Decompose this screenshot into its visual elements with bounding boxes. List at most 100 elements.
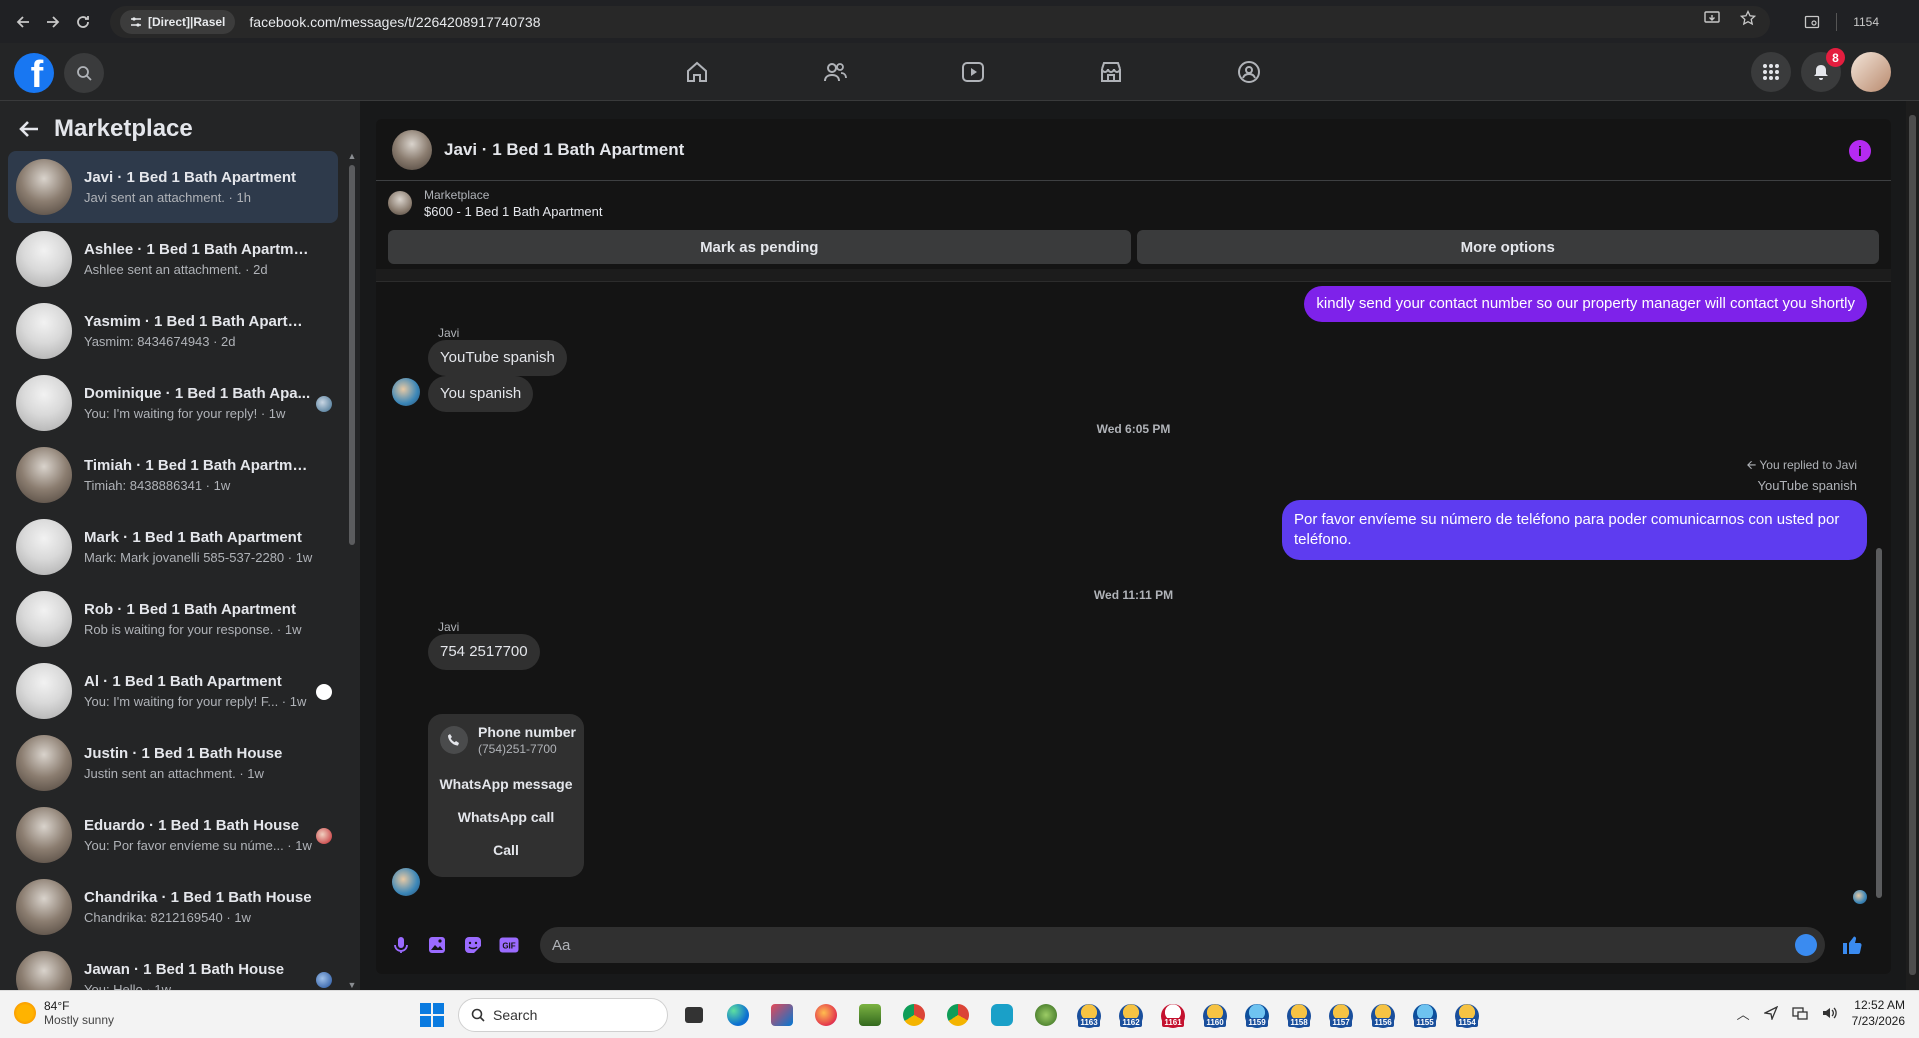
phone-card-number: (754)251-7700 bbox=[478, 742, 557, 756]
back-arrow-icon[interactable] bbox=[18, 118, 40, 140]
incoming-message[interactable]: 754 2517700 bbox=[428, 634, 540, 670]
chat-avatar[interactable] bbox=[392, 129, 432, 170]
whatsapp-message-button[interactable]: WhatsApp message bbox=[428, 768, 584, 801]
window-1162[interactable]: 1162 bbox=[1114, 998, 1148, 1032]
whatsapp-call-button[interactable]: WhatsApp call bbox=[428, 801, 584, 834]
task-view-icon[interactable] bbox=[676, 997, 712, 1033]
conversation-item[interactable]: Jawan · 1 Bed 1 Bath House You: Hello · 1… bbox=[8, 943, 338, 990]
microphone-icon[interactable] bbox=[390, 934, 412, 956]
sticker-icon[interactable] bbox=[462, 934, 484, 956]
window-1161[interactable]: 1161 bbox=[1156, 998, 1190, 1032]
conversation-avatar bbox=[16, 807, 72, 863]
conversation-item[interactable]: Dominique · 1 Bed 1 Bath Apa... You: I'm … bbox=[8, 367, 338, 439]
conversation-preview: Mark: Mark jovanelli 585-537-2280 · 1w bbox=[84, 550, 313, 565]
nav-gaming[interactable] bbox=[1180, 43, 1318, 101]
app-s-icon[interactable] bbox=[984, 997, 1020, 1033]
outgoing-message[interactable]: kindly send your contact number so our p… bbox=[1304, 286, 1867, 322]
window-number: 1163 bbox=[1078, 1017, 1100, 1027]
start-button[interactable] bbox=[414, 997, 450, 1033]
conversation-avatar bbox=[16, 591, 72, 647]
emoji-icon[interactable] bbox=[1795, 934, 1817, 956]
conversation-item[interactable]: Rob · 1 Bed 1 Bath Apartment Rob is waiti… bbox=[8, 583, 338, 655]
contact-avatar[interactable] bbox=[392, 868, 420, 896]
sidebar-scrollbar[interactable]: ▲ ▼ bbox=[347, 151, 357, 990]
back-button[interactable] bbox=[10, 9, 36, 35]
profile-avatar[interactable] bbox=[1851, 52, 1891, 92]
conversation-item[interactable]: Chandrika · 1 Bed 1 Bath House Chandrika:… bbox=[8, 871, 338, 943]
image-icon[interactable] bbox=[426, 934, 448, 956]
outgoing-message[interactable]: Por favor envíeme su número de teléfono … bbox=[1282, 500, 1867, 560]
conversation-preview: Timiah: 8438886341 · 1w bbox=[84, 478, 231, 493]
chrome-icon[interactable] bbox=[896, 997, 932, 1033]
site-info-chip[interactable]: [Direct]|Rasel bbox=[120, 9, 236, 34]
chat-title[interactable]: Javi · 1 Bed 1 Bath Apartment bbox=[444, 140, 684, 160]
window-1158[interactable]: 1158 bbox=[1282, 998, 1316, 1032]
profile-counter[interactable]: 1154 bbox=[1853, 15, 1879, 29]
search-icon bbox=[471, 1008, 485, 1022]
network-icon[interactable] bbox=[1791, 1006, 1808, 1020]
conversation-item[interactable]: Eduardo · 1 Bed 1 Bath House You: Por fav… bbox=[8, 799, 338, 871]
quoted-message[interactable]: YouTube spanish bbox=[1757, 478, 1857, 493]
app-x-icon[interactable] bbox=[1028, 997, 1064, 1033]
search-button[interactable] bbox=[64, 53, 104, 93]
location-icon[interactable] bbox=[1763, 1006, 1778, 1020]
facebook-logo-icon[interactable]: f bbox=[14, 53, 54, 93]
home-icon bbox=[687, 61, 707, 82]
reload-button[interactable] bbox=[70, 9, 96, 35]
phone-icon bbox=[440, 726, 468, 754]
url-text[interactable]: facebook.com/messages/t/2264208917740738 bbox=[249, 14, 540, 30]
page-scrollbar[interactable] bbox=[1906, 101, 1919, 990]
conversation-item[interactable]: Timiah · 1 Bed 1 Bath Apartment Timiah: 8… bbox=[8, 439, 338, 511]
nav-marketplace[interactable] bbox=[1042, 43, 1180, 101]
taskbar-search-label: Search bbox=[493, 1007, 538, 1023]
incoming-message[interactable]: You spanish bbox=[428, 376, 534, 412]
more-options-button[interactable]: More options bbox=[1136, 230, 1879, 264]
window-1154[interactable]: 1154 bbox=[1450, 998, 1484, 1032]
contact-avatar[interactable] bbox=[392, 378, 420, 406]
call-button[interactable]: Call bbox=[428, 834, 584, 867]
install-app-icon[interactable] bbox=[1704, 10, 1720, 26]
address-bar[interactable]: [Direct]|Rasel facebook.com/messages/t/2… bbox=[110, 5, 1770, 38]
chrome-profile-icon[interactable] bbox=[940, 997, 976, 1033]
notifications-button[interactable]: 8 bbox=[1801, 48, 1845, 92]
messages-scrollbar[interactable] bbox=[1875, 288, 1883, 908]
mark-pending-button[interactable]: Mark as pending bbox=[388, 230, 1131, 264]
window-1160[interactable]: 1160 bbox=[1198, 998, 1232, 1032]
incoming-message[interactable]: YouTube spanish bbox=[428, 340, 567, 376]
listing-bar[interactable]: Marketplace $600 - 1 Bed 1 Bath Apartmen… bbox=[376, 181, 1891, 225]
window-1156[interactable]: 1156 bbox=[1366, 998, 1400, 1032]
info-icon[interactable]: i bbox=[1849, 140, 1871, 162]
conversation-preview: You: I'm waiting for your reply! · 1w bbox=[84, 406, 286, 421]
star-icon[interactable] bbox=[1740, 9, 1756, 26]
conversation-item[interactable]: Mark · 1 Bed 1 Bath Apartment Mark: Mark … bbox=[8, 511, 338, 583]
thumbs-up-icon[interactable] bbox=[1841, 934, 1863, 956]
window-1157[interactable]: 1157 bbox=[1324, 998, 1358, 1032]
nav-home[interactable] bbox=[628, 43, 766, 101]
conversation-item[interactable]: Ashlee · 1 Bed 1 Bath Apartment Ashlee se… bbox=[8, 223, 338, 295]
conversation-item[interactable]: Al · 1 Bed 1 Bath Apartment You: I'm wait… bbox=[8, 655, 338, 727]
conversation-item[interactable]: Javi · 1 Bed 1 Bath Apartment Javi sent a… bbox=[8, 151, 338, 223]
firefox-icon[interactable] bbox=[808, 997, 844, 1033]
taskbar-search[interactable]: Search bbox=[458, 998, 668, 1032]
chevron-up-icon[interactable]: ︿ bbox=[1737, 1004, 1750, 1023]
forward-button[interactable] bbox=[40, 9, 66, 35]
conversation-item[interactable]: Yasmim · 1 Bed 1 Bath Apartment Yasmim: 8… bbox=[8, 295, 338, 367]
clock[interactable]: 12:52 AM 7/23/2026 bbox=[1852, 997, 1905, 1029]
window-1159[interactable]: 1159 bbox=[1240, 998, 1274, 1032]
nav-friends[interactable] bbox=[766, 43, 904, 101]
window-1163[interactable]: 1163 bbox=[1072, 998, 1106, 1032]
menu-button[interactable] bbox=[1751, 52, 1791, 92]
conversation-item[interactable]: Justin · 1 Bed 1 Bath House Justin sent a… bbox=[8, 727, 338, 799]
spreadsheet-icon[interactable] bbox=[852, 997, 888, 1033]
tab-search-icon[interactable] bbox=[1804, 14, 1820, 30]
phone-card-title: Phone number bbox=[478, 724, 577, 740]
weather-widget[interactable]: 84°F Mostly sunny bbox=[14, 999, 114, 1027]
volume-icon[interactable] bbox=[1822, 1006, 1838, 1020]
message-input[interactable]: Aa bbox=[540, 927, 1825, 963]
gif-icon[interactable]: GIF bbox=[498, 934, 520, 956]
snipping-tool-icon[interactable] bbox=[764, 997, 800, 1033]
nav-video[interactable] bbox=[904, 43, 1042, 101]
window-1155[interactable]: 1155 bbox=[1408, 998, 1442, 1032]
arrow-right-icon bbox=[47, 15, 60, 28]
edge-icon[interactable] bbox=[720, 997, 756, 1033]
